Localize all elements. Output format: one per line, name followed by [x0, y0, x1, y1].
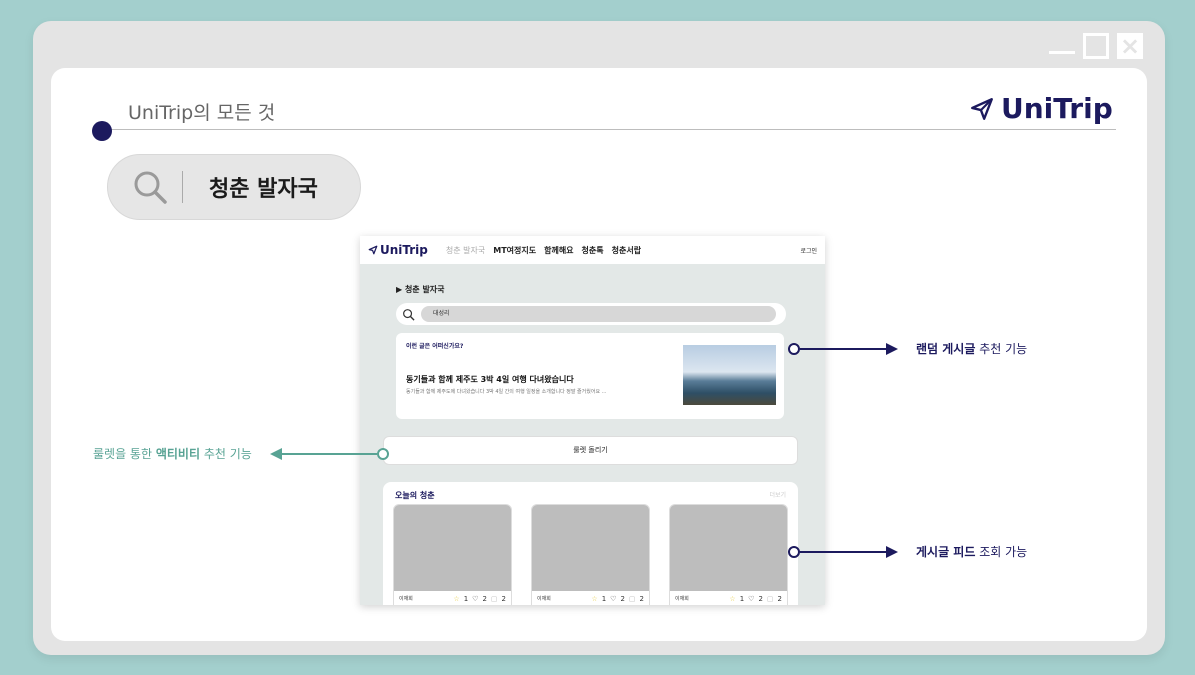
post-author: 이재희	[675, 596, 689, 602]
paper-plane-icon	[971, 97, 993, 120]
brand-name: UniTrip	[1001, 92, 1113, 125]
paper-plane-icon	[368, 245, 378, 255]
post-thumbnail	[670, 505, 787, 591]
nav-item-together[interactable]: 함께해요	[544, 245, 573, 256]
post-thumbnail	[532, 505, 649, 591]
feed-post[interactable]: 이재희 ☆ 1 ♡ 2 ▢ 2	[531, 504, 650, 605]
divider	[102, 129, 1116, 130]
post-author: 이재희	[537, 596, 551, 602]
callout-dot	[788, 545, 800, 558]
search-bar[interactable]: 청춘 발자국	[107, 154, 361, 220]
star-count: 1	[739, 595, 745, 603]
search-separator	[182, 171, 183, 203]
star-count: 1	[601, 595, 607, 603]
screenshot-logo-text: UniTrip	[380, 243, 428, 257]
screenshot-logo[interactable]: UniTrip	[368, 243, 428, 257]
close-button[interactable]: ×	[1117, 33, 1143, 59]
minimize-button[interactable]	[1049, 51, 1075, 54]
nav-item-talk[interactable]: 청춘톡	[582, 245, 604, 256]
star-count: 1	[463, 595, 469, 603]
star-icon: ☆	[591, 595, 598, 603]
arrow-right-icon	[886, 545, 898, 558]
comment-count: 2	[777, 595, 782, 603]
roulette-button[interactable]: 룰렛 돌리기	[383, 436, 798, 465]
heart-icon: ♡	[748, 595, 755, 603]
callout-text: 게시글 피드 조회 가능	[916, 545, 1028, 559]
arrow-right-icon	[886, 342, 898, 355]
search-query: 청춘 발자국	[209, 177, 318, 202]
random-post-card[interactable]: 이런 글은 어떠신가요? 동기들과 함께 제주도 3박 4일 여행 다녀왔습니다…	[396, 333, 784, 419]
comment-icon: ▢	[766, 595, 774, 603]
heart-icon: ♡	[610, 595, 617, 603]
comment-count: 2	[639, 595, 644, 603]
feed-post[interactable]: 이재희 ☆ 1 ♡ 2 ▢ 2	[669, 504, 788, 605]
app-screenshot: UniTrip 청춘 발자국 MT여정지도 함께해요 청춘톡 청춘서랍 로그인 …	[360, 236, 825, 605]
feed-section: 오늘의 청춘 더보기 이재희 ☆ 1 ♡ 2 ▢ 2 이재희 ☆ 1 ♡ 2 ▢…	[383, 482, 798, 605]
callout-dot	[376, 447, 389, 460]
random-post-desc: 동기들과 함께 제주도에 다녀왔습니다 3박 4일 간의 여행 일정을 소개합니…	[406, 389, 607, 395]
nav-item-footprints[interactable]: 청춘 발자국	[446, 245, 485, 256]
callout-dot	[788, 342, 800, 355]
heart-icon: ♡	[472, 595, 479, 603]
comment-icon: ▢	[628, 595, 636, 603]
random-post-question: 이런 글은 어떠신가요?	[406, 343, 464, 350]
callout-feed: 게시글 피드 조회 가능	[788, 543, 1027, 560]
feed-post[interactable]: 이재희 ☆ 1 ♡ 2 ▢ 2	[393, 504, 512, 605]
comment-icon: ▢	[490, 595, 498, 603]
maximize-button[interactable]	[1083, 33, 1109, 59]
callout-line	[281, 452, 377, 455]
app-window: × UniTrip의 모든 것 UniTrip 청춘 발자국 UniTrip 청…	[33, 21, 1165, 655]
callout-line	[800, 550, 886, 553]
login-link[interactable]: 로그인	[800, 246, 817, 255]
search-icon	[403, 308, 415, 321]
callout-roulette: 룰렛을 통한 액티비티 추천 기능	[93, 445, 389, 462]
search-icon	[134, 171, 167, 204]
star-icon: ☆	[729, 595, 736, 603]
callout-line	[800, 347, 886, 350]
close-icon: ×	[1119, 32, 1141, 60]
content-panel: UniTrip의 모든 것 UniTrip 청춘 발자국 UniTrip 청춘 …	[51, 68, 1147, 641]
like-count: 2	[620, 595, 625, 603]
post-author: 이재희	[399, 596, 413, 602]
callout-text: 룰렛을 통한 액티비티 추천 기능	[93, 447, 252, 461]
callout-random-post: 랜덤 게시글 추천 기능	[788, 340, 1027, 357]
comment-count: 2	[501, 595, 506, 603]
post-thumbnail	[394, 505, 511, 591]
random-post-title: 동기들과 함께 제주도 3박 4일 여행 다녀왔습니다	[406, 375, 574, 384]
random-post-image	[683, 345, 776, 405]
like-count: 2	[482, 595, 487, 603]
divider-dot	[92, 121, 112, 141]
search-input[interactable]: 대성리	[421, 306, 776, 322]
arrow-left-icon	[269, 447, 282, 460]
tagline: UniTrip의 모든 것	[128, 102, 276, 124]
screenshot-search-bar[interactable]: 대성리	[396, 303, 786, 325]
brand-logo: UniTrip	[969, 92, 1113, 125]
nav-item-drawer[interactable]: 청춘서랍	[612, 245, 641, 256]
section-title: ▶ 청춘 발자국	[396, 285, 445, 294]
feed-title: 오늘의 청춘	[395, 491, 435, 500]
nav-item-mt-map[interactable]: MT여정지도	[493, 245, 536, 256]
star-icon: ☆	[453, 595, 460, 603]
callout-text: 랜덤 게시글 추천 기능	[916, 342, 1028, 356]
like-count: 2	[758, 595, 763, 603]
feed-more-link[interactable]: 더보기	[769, 490, 786, 499]
screenshot-navbar: UniTrip 청춘 발자국 MT여정지도 함께해요 청춘톡 청춘서랍 로그인	[360, 236, 825, 264]
